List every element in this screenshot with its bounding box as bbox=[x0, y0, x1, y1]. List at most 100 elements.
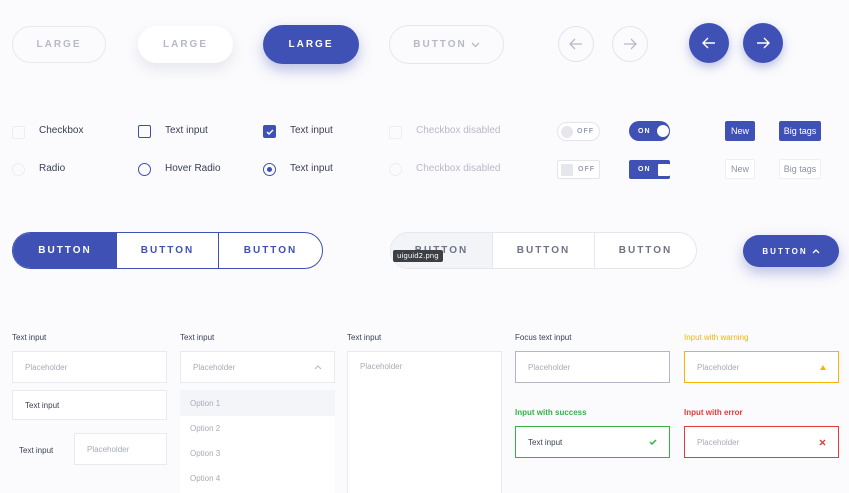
toggle-knob bbox=[656, 125, 669, 137]
col3-label: Text input bbox=[347, 333, 382, 342]
large-solid-label: LARGE bbox=[288, 39, 334, 50]
segment-button-3[interactable]: BUTTON bbox=[219, 233, 322, 268]
radio-hover[interactable] bbox=[138, 163, 151, 176]
chevron-down-icon bbox=[471, 42, 480, 47]
tag-big-ghost[interactable]: Big tags bbox=[779, 159, 821, 179]
large-solid-button[interactable]: LARGE bbox=[263, 25, 359, 64]
large-ghost-button[interactable]: LARGE bbox=[12, 26, 106, 63]
button-dropdown-label: BUTTON bbox=[413, 39, 467, 50]
placeholder: Placeholder bbox=[697, 362, 740, 372]
placeholder: Placeholder bbox=[360, 362, 403, 371]
check-icon bbox=[266, 129, 273, 135]
tag-new-solid[interactable]: New bbox=[725, 121, 755, 141]
warning-text-input[interactable]: Placeholder bbox=[684, 351, 839, 383]
placeholder: Placeholder bbox=[87, 444, 130, 454]
chevron-up-icon bbox=[812, 248, 820, 253]
checkbox-checked-label: Text input bbox=[290, 125, 333, 136]
select-option[interactable]: Option 1 bbox=[180, 390, 335, 416]
textarea-input[interactable]: Placeholder bbox=[347, 351, 502, 493]
arrow-left-icon bbox=[702, 37, 715, 49]
segment-label: BUTTON bbox=[140, 245, 195, 256]
checkbox-disabled bbox=[389, 126, 402, 139]
checkbox-checked[interactable] bbox=[263, 125, 276, 138]
button-dropup[interactable]: BUTTON bbox=[743, 235, 839, 267]
arrow-right-ghost-button[interactable] bbox=[612, 26, 648, 62]
checkbox-label: Checkbox bbox=[39, 125, 84, 136]
text-input-filled[interactable]: Text input bbox=[12, 390, 167, 420]
radio-label: Radio bbox=[39, 163, 66, 174]
segment-ghost-button-3[interactable]: BUTTON bbox=[595, 233, 696, 268]
segmented-group-primary: BUTTON BUTTON BUTTON bbox=[12, 232, 323, 269]
checkbox-hover[interactable] bbox=[138, 125, 151, 138]
focus-label: Focus text input bbox=[515, 333, 572, 342]
checkbox-hover-label: Text input bbox=[165, 125, 208, 136]
radio-empty[interactable] bbox=[12, 163, 25, 176]
placeholder: Placeholder bbox=[193, 362, 236, 372]
success-text-input[interactable]: Text input bbox=[515, 426, 670, 458]
large-soft-button[interactable]: LARGE bbox=[138, 26, 233, 63]
tag-new-ghost-label: New bbox=[730, 164, 749, 174]
select-option[interactable]: Option 4 bbox=[180, 466, 335, 491]
arrow-left-solid-button[interactable] bbox=[689, 23, 729, 63]
warning-triangle-icon bbox=[820, 364, 826, 370]
placeholder: Placeholder bbox=[25, 362, 68, 372]
radio-checked[interactable] bbox=[263, 163, 276, 176]
arrow-left-icon bbox=[569, 38, 582, 50]
col1-label: Text input bbox=[12, 333, 47, 342]
toggle-knob bbox=[657, 163, 670, 176]
placeholder: Placeholder bbox=[697, 437, 740, 447]
arrow-right-icon bbox=[624, 38, 637, 50]
radio-checked-label: Text input bbox=[290, 163, 333, 174]
large-ghost-label: LARGE bbox=[36, 39, 82, 50]
button-dropdown[interactable]: BUTTON bbox=[389, 25, 504, 64]
tag-new-ghost[interactable]: New bbox=[725, 159, 755, 179]
inline-input-label: Text input bbox=[19, 446, 54, 455]
checkbox-empty[interactable] bbox=[12, 126, 25, 139]
radio-disabled-label: Checkbox disabled bbox=[416, 163, 501, 174]
tag-new-solid-label: New bbox=[730, 126, 749, 136]
toggle-on-label: ON bbox=[638, 127, 651, 135]
input-value: Text input bbox=[528, 437, 563, 447]
toggle-off-label: OFF bbox=[577, 128, 594, 135]
segment-label: BUTTON bbox=[516, 245, 571, 256]
arrow-right-icon bbox=[757, 37, 770, 49]
chevron-up-icon bbox=[314, 364, 322, 369]
radio-disabled bbox=[389, 163, 402, 176]
toggle-off[interactable]: OFF bbox=[557, 122, 600, 141]
input-value: Text input bbox=[25, 400, 60, 410]
error-text-input[interactable]: Placeholder bbox=[684, 426, 839, 458]
text-input-empty[interactable]: Placeholder bbox=[12, 351, 167, 383]
select-options-list: Option 1 Option 2 Option 3 Option 4 bbox=[180, 390, 335, 493]
square-toggle-off[interactable]: OFF bbox=[557, 160, 600, 179]
segment-label: BUTTON bbox=[243, 245, 298, 256]
arrow-right-solid-button[interactable] bbox=[743, 23, 783, 63]
error-label: Input with error bbox=[684, 408, 743, 417]
checkbox-disabled-label: Checkbox disabled bbox=[416, 125, 501, 136]
select-input[interactable]: Placeholder bbox=[180, 351, 335, 383]
square-toggle-on[interactable]: ON bbox=[629, 160, 670, 179]
toggle-on[interactable]: ON bbox=[629, 121, 670, 141]
focus-text-input[interactable]: Placeholder bbox=[515, 351, 670, 383]
placeholder: Placeholder bbox=[528, 362, 571, 372]
segment-label: BUTTON bbox=[618, 245, 673, 256]
large-soft-label: LARGE bbox=[163, 39, 208, 50]
tag-big-ghost-label: Big tags bbox=[783, 164, 817, 174]
success-label: Input with success bbox=[515, 408, 587, 417]
warning-label: Input with warning bbox=[684, 333, 749, 342]
inline-text-input[interactable]: Placeholder bbox=[74, 433, 167, 465]
radio-hover-label: Hover Radio bbox=[165, 163, 221, 174]
square-toggle-off-label: OFF bbox=[578, 166, 595, 173]
toggle-knob bbox=[561, 163, 573, 176]
segment-ghost-button-2[interactable]: BUTTON bbox=[493, 233, 595, 268]
close-icon[interactable] bbox=[819, 439, 826, 446]
square-toggle-on-label: ON bbox=[638, 166, 651, 173]
button-dropup-label: BUTTON bbox=[762, 246, 808, 256]
select-option[interactable]: Option 2 bbox=[180, 416, 335, 441]
tag-big-solid[interactable]: Big tags bbox=[779, 121, 821, 141]
select-option[interactable]: Option 3 bbox=[180, 441, 335, 466]
segment-button-2[interactable]: BUTTON bbox=[117, 233, 219, 268]
segment-button-1[interactable]: BUTTON bbox=[13, 233, 117, 268]
col2-label: Text input bbox=[180, 333, 215, 342]
arrow-left-ghost-button[interactable] bbox=[558, 26, 594, 62]
tag-big-solid-label: Big tags bbox=[783, 126, 817, 136]
